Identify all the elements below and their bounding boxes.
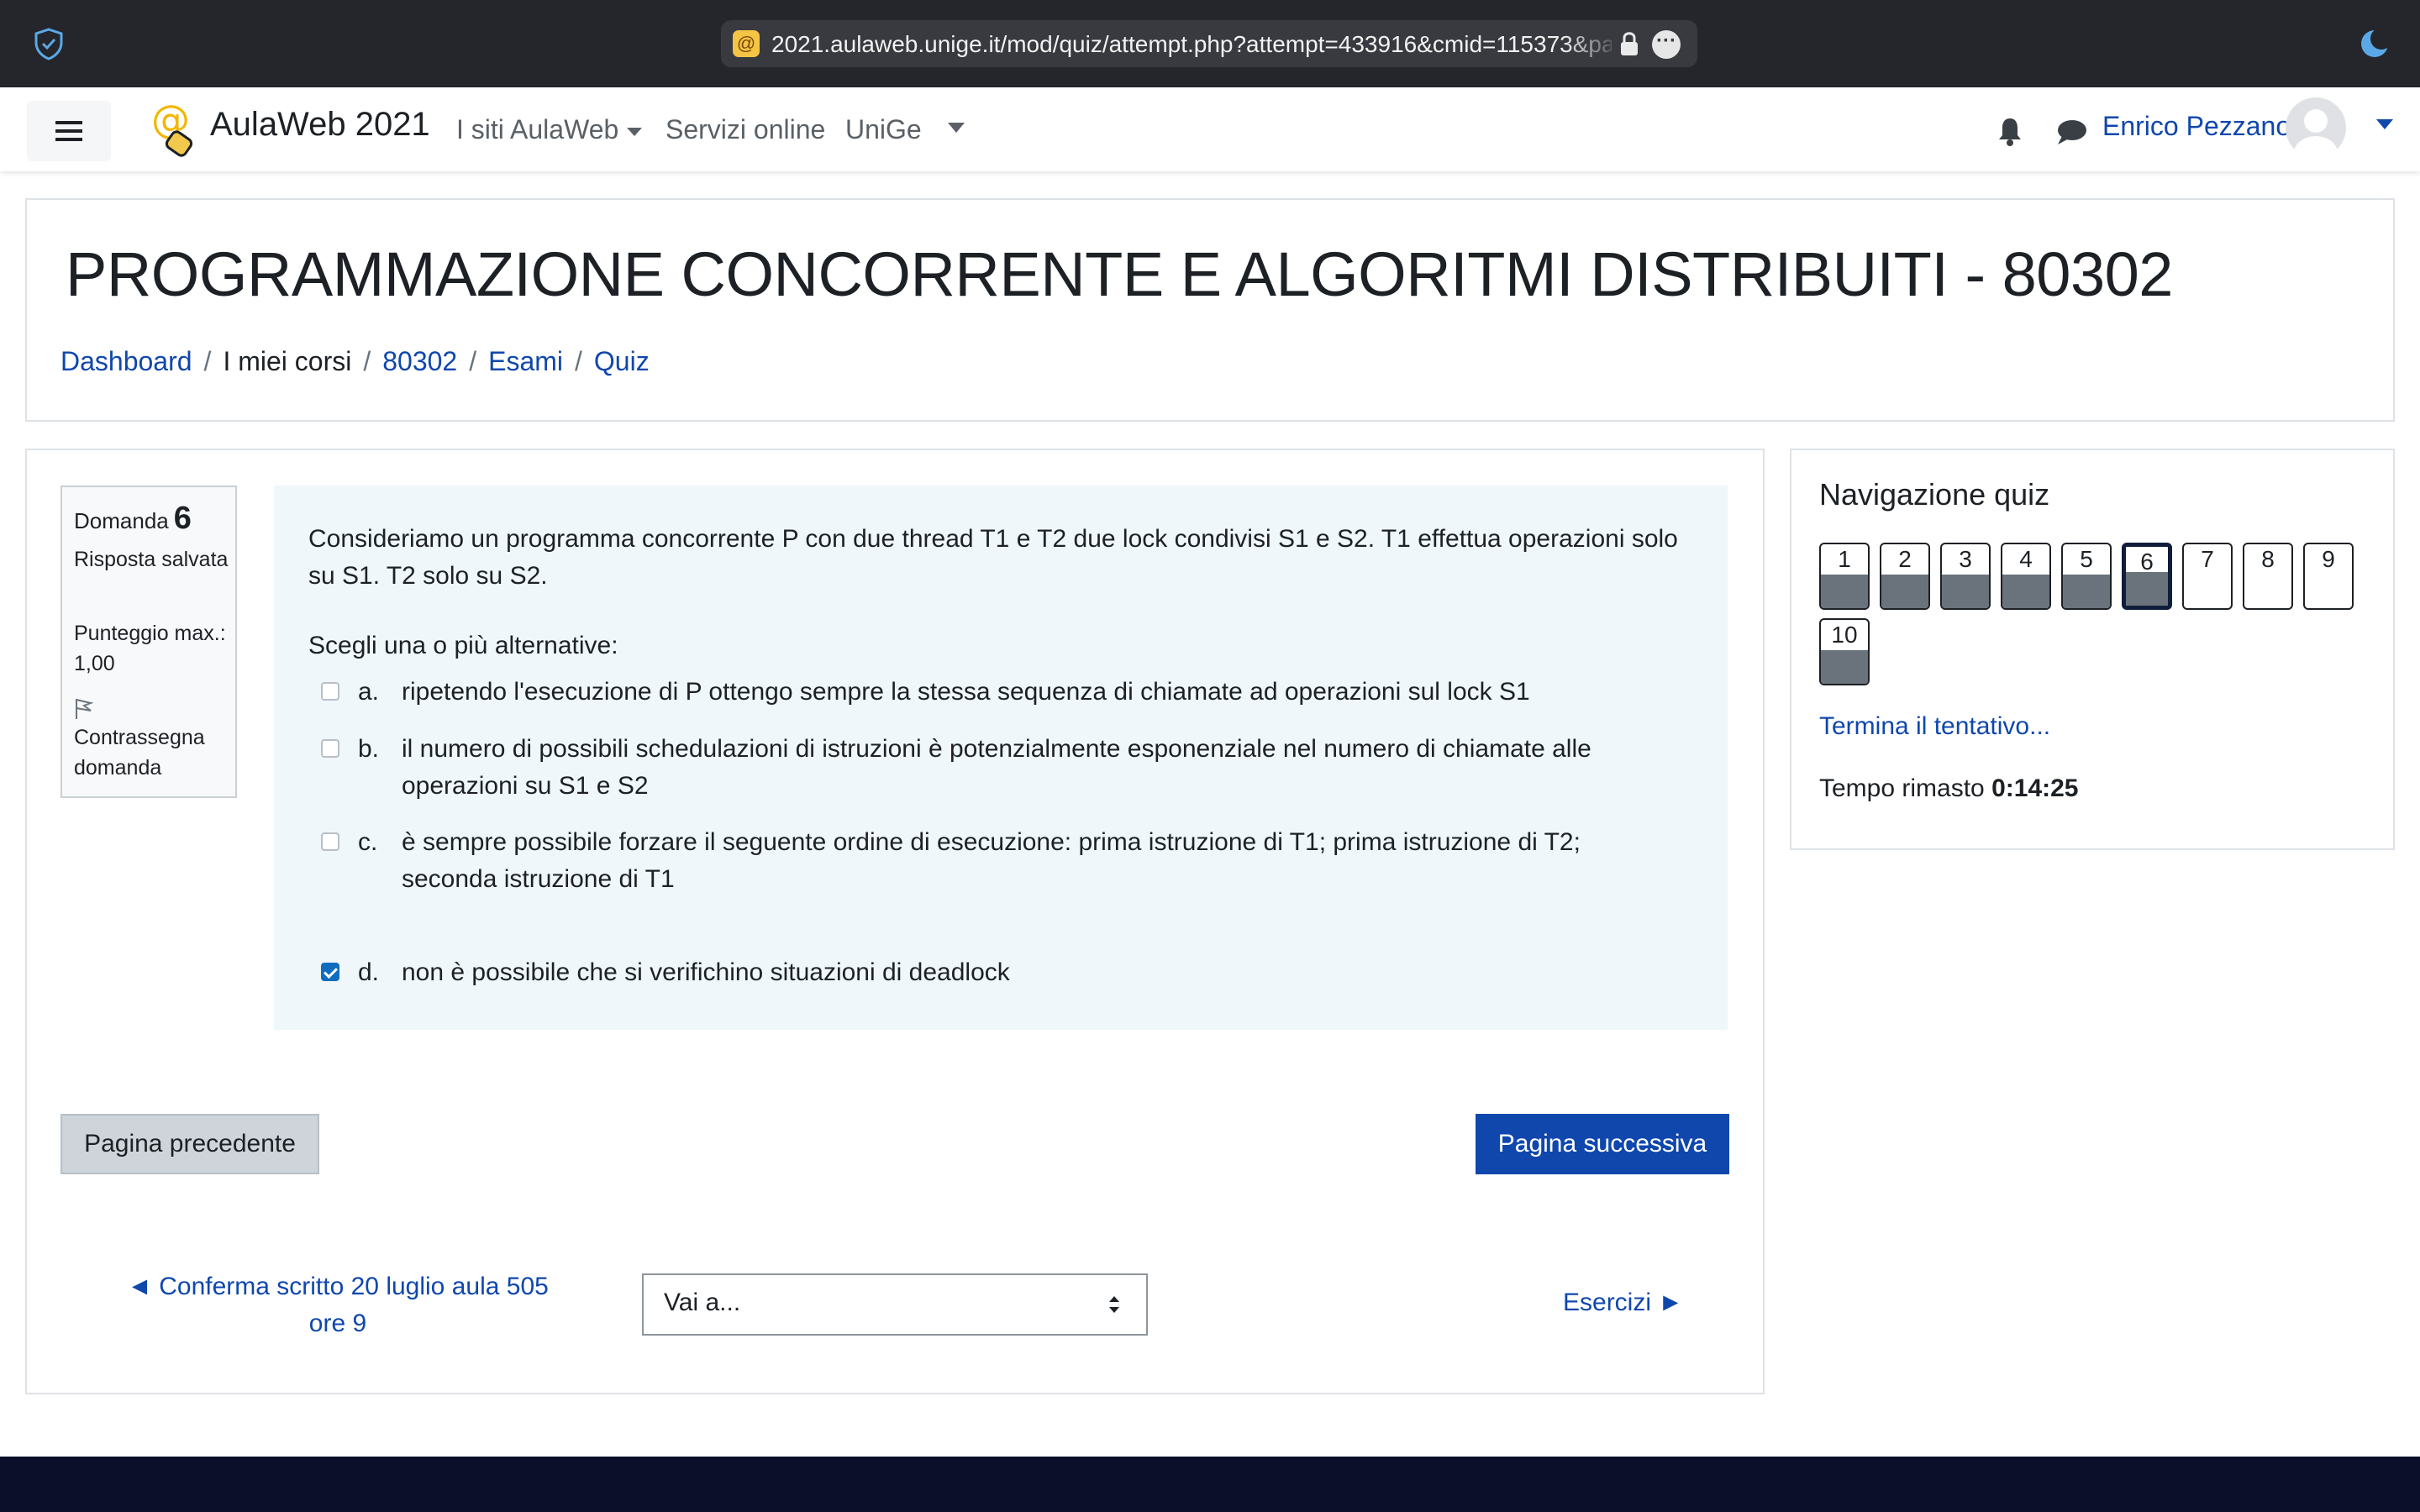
timer-label: Tempo rimasto bbox=[1819, 774, 1985, 802]
answered-fill bbox=[2126, 572, 2168, 606]
breadcrumb-separator: / bbox=[469, 346, 477, 376]
quiz-nav-question-1[interactable]: 1 bbox=[1819, 543, 1870, 610]
breadcrumb-dashboard[interactable]: Dashboard bbox=[60, 346, 192, 376]
time-remaining: Tempo rimasto 0:14:25 bbox=[1819, 774, 2078, 803]
aulaweb-logo-icon[interactable]: @ bbox=[151, 99, 198, 158]
page-footer bbox=[0, 1457, 2420, 1512]
answer-checkbox[interactable] bbox=[321, 739, 339, 758]
previous-activity-link[interactable]: ◄ Conferma scritto 20 luglio aula 505 or… bbox=[108, 1268, 568, 1342]
quiz-nav-question-number: 10 bbox=[1831, 622, 1858, 648]
chat-icon[interactable] bbox=[2055, 118, 2087, 146]
quiz-nav-question-5[interactable]: 5 bbox=[2061, 543, 2112, 610]
site-name[interactable]: AulaWeb 2021 bbox=[210, 106, 430, 144]
nav-link-unige[interactable]: UniGe bbox=[845, 114, 922, 145]
lock-icon[interactable] bbox=[1618, 30, 1640, 57]
quiz-nav-question-number: 9 bbox=[2322, 546, 2335, 572]
chevron-down-icon bbox=[627, 127, 643, 136]
answer-text[interactable]: il numero di possibili schedulazioni di … bbox=[402, 731, 1679, 805]
nav-link-label: I siti AulaWeb bbox=[456, 114, 619, 144]
answer-letter: c. bbox=[358, 828, 378, 856]
question-label: Domanda bbox=[74, 508, 169, 533]
answer-text[interactable]: è sempre possibile forzare il seguente o… bbox=[402, 824, 1679, 898]
answer-text[interactable]: non è possibile che si verifichino situa… bbox=[402, 954, 1679, 991]
answered-fill bbox=[1821, 575, 1868, 608]
url-text[interactable]: 2021.aulaweb.unige.it/mod/quiz/attempt.p… bbox=[771, 30, 1612, 59]
breadcrumb-esami[interactable]: Esami bbox=[488, 346, 563, 376]
chevron-down-icon[interactable] bbox=[2376, 119, 2393, 131]
jump-to-selected-value: Vai a... bbox=[664, 1289, 741, 1316]
more-menu-chevron-icon[interactable] bbox=[948, 123, 965, 133]
quiz-nav-question-2[interactable]: 2 bbox=[1880, 543, 1930, 610]
course-title: PROGRAMMAZIONE CONCORRENTE E ALGORITMI D… bbox=[66, 239, 2173, 309]
shield-icon[interactable] bbox=[32, 27, 66, 60]
quiz-nav-question-number: 5 bbox=[2080, 546, 2093, 572]
flag-question-link[interactable]: Contrassegna domanda bbox=[74, 722, 234, 783]
quiz-nav-question-4[interactable]: 4 bbox=[2001, 543, 2051, 610]
answer-letter: b. bbox=[358, 735, 380, 763]
quiz-navigation-title: Navigazione quiz bbox=[1819, 477, 2050, 512]
answer-text[interactable]: ripetendo l'esecuzione di P ottengo semp… bbox=[402, 674, 1679, 711]
question-text: Consideriamo un programma concorrente P … bbox=[308, 525, 1678, 590]
quiz-nav-question-number: 8 bbox=[2261, 546, 2275, 572]
url-fade bbox=[1563, 25, 1622, 62]
answer-checkbox[interactable] bbox=[321, 832, 339, 851]
quiz-nav-question-9[interactable]: 9 bbox=[2303, 543, 2354, 610]
quiz-nav-question-number: 2 bbox=[1898, 546, 1912, 572]
answer-checkbox[interactable] bbox=[321, 682, 339, 701]
answer-option-b[interactable]: b. il numero di possibili schedulazioni … bbox=[321, 731, 1699, 811]
menu-icon bbox=[55, 121, 82, 141]
question-prompt: Scegli una o più alternative: bbox=[308, 632, 618, 659]
breadcrumb-separator: / bbox=[203, 346, 212, 376]
more-icon[interactable]: ··· bbox=[1652, 30, 1681, 59]
breadcrumb-separator: / bbox=[575, 346, 582, 376]
answer-letter: a. bbox=[358, 678, 380, 706]
answered-fill bbox=[2002, 575, 2049, 608]
quiz-nav-question-number: 3 bbox=[1959, 546, 1972, 572]
breadcrumb-course[interactable]: 80302 bbox=[382, 346, 457, 376]
question-number-label: Domanda 6 bbox=[74, 501, 192, 537]
answer-option-c[interactable]: c. è sempre possibile forzare il seguent… bbox=[321, 824, 1699, 905]
select-arrows-icon bbox=[1109, 1296, 1119, 1313]
quiz-nav-question-8[interactable]: 8 bbox=[2243, 543, 2293, 610]
quiz-nav-question-6[interactable]: 6 bbox=[2122, 543, 2172, 610]
quiz-nav-question-3[interactable]: 3 bbox=[1940, 543, 1991, 610]
answered-fill bbox=[1821, 650, 1868, 684]
answer-option-d[interactable]: d. non è possibile che si verifichino si… bbox=[321, 954, 1699, 996]
user-menu-name[interactable]: Enrico Pezzano bbox=[2102, 111, 2291, 142]
nav-link-siti-aulaweb[interactable]: I siti AulaWeb bbox=[456, 114, 643, 145]
question-grade: Punteggio max.: 1,00 bbox=[74, 622, 226, 675]
breadcrumb-quiz[interactable]: Quiz bbox=[594, 346, 650, 376]
breadcrumb-separator: / bbox=[363, 346, 371, 376]
finish-attempt-link[interactable]: Termina il tentativo... bbox=[1819, 712, 2050, 741]
next-activity-link[interactable]: Esercizi ► bbox=[1563, 1289, 1683, 1317]
next-page-button[interactable]: Pagina successiva bbox=[1476, 1114, 1729, 1174]
answer-option-a[interactable]: a. ripetendo l'esecuzione di P ottengo s… bbox=[321, 674, 1699, 716]
previous-page-button[interactable]: Pagina precedente bbox=[60, 1114, 319, 1174]
site-favicon-icon: @ bbox=[733, 30, 760, 57]
nav-link-servizi-online[interactable]: Servizi online bbox=[666, 114, 825, 145]
quiz-nav-question-10[interactable]: 10 bbox=[1819, 618, 1870, 685]
breadcrumb-my-courses: I miei corsi bbox=[223, 346, 352, 376]
bell-icon[interactable] bbox=[1996, 116, 2023, 146]
quiz-nav-question-7[interactable]: 7 bbox=[2182, 543, 2233, 610]
page-header bbox=[25, 198, 2395, 422]
breadcrumb: Dashboard / I miei corsi / 80302 / Esami / Quiz bbox=[60, 346, 650, 377]
answer-letter: d. bbox=[358, 958, 380, 986]
avatar-icon[interactable] bbox=[2286, 97, 2346, 158]
moon-icon[interactable] bbox=[2358, 27, 2391, 60]
answered-fill bbox=[1942, 575, 1989, 608]
quiz-nav-question-number: 4 bbox=[2019, 546, 2033, 572]
question-number: 6 bbox=[173, 501, 192, 536]
answered-fill bbox=[1881, 575, 1928, 608]
quiz-nav-question-number: 6 bbox=[2140, 549, 2154, 575]
drawer-toggle-button[interactable] bbox=[27, 101, 111, 161]
quiz-nav-question-number: 7 bbox=[2201, 546, 2214, 572]
timer-value: 0:14:25 bbox=[1991, 774, 2079, 802]
answered-fill bbox=[2063, 575, 2110, 608]
answer-checkbox[interactable] bbox=[321, 963, 339, 981]
question-state: Risposta salvata bbox=[74, 548, 229, 571]
flag-icon[interactable] bbox=[74, 697, 94, 721]
quiz-nav-question-number: 1 bbox=[1838, 546, 1851, 572]
